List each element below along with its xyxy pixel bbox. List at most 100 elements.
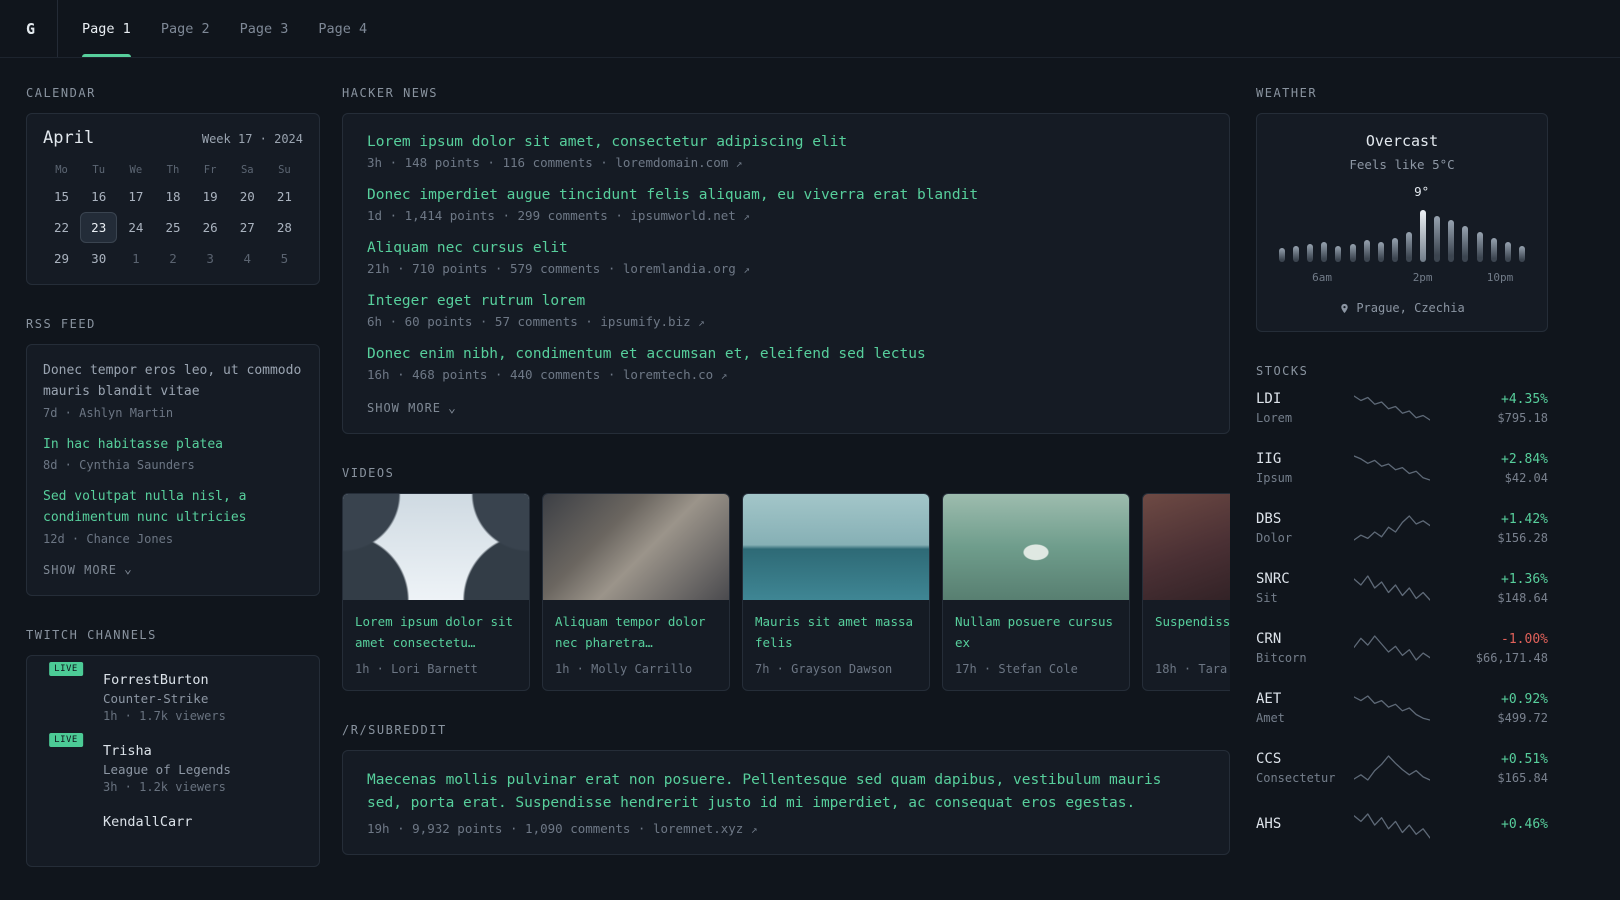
- video-meta: 1h · Lori Barnett: [355, 662, 478, 676]
- rss-article-link[interactable]: In hac habitasse platea: [43, 435, 303, 456]
- video-title-link[interactable]: Aliquam tempor dolor nec pharetra…: [555, 612, 717, 654]
- rss-article-link[interactable]: Donec tempor eros leo, ut commodo mauris…: [43, 361, 303, 403]
- left-column: CALENDAR April Week 17 · 2024 Mo Tu We T…: [26, 86, 320, 899]
- stock-row[interactable]: DBS Dolor +1.42% $156.28: [1256, 511, 1548, 545]
- hn-story-link[interactable]: Integer eget rutrum lorem: [367, 293, 1205, 309]
- stock-name: Amet: [1256, 711, 1285, 725]
- stock-change: +2.84%: [1501, 451, 1548, 467]
- calendar-day-next-month: 3: [206, 251, 214, 266]
- stock-row[interactable]: AET Amet +0.92% $499.72: [1256, 691, 1548, 725]
- rss-show-more-button[interactable]: SHOW MORE ⌄: [43, 561, 133, 579]
- video-thumbnail[interactable]: [343, 494, 529, 600]
- stock-row[interactable]: CRN Bitcorn -1.00% $66,171.48: [1256, 631, 1548, 665]
- video-meta: 1h · Molly Carrillo: [555, 662, 693, 676]
- weather-bar: [1363, 240, 1370, 262]
- rss-article-link[interactable]: Sed volutpat nulla nisl, a condimentum n…: [43, 487, 303, 529]
- stock-change: +1.42%: [1501, 511, 1548, 527]
- stock-row[interactable]: CCS Consectetur +0.51% $165.84: [1256, 751, 1548, 785]
- twitch-channel-game: Counter-Strike: [103, 690, 209, 706]
- calendar-dow: Su: [278, 164, 291, 176]
- video-card[interactable]: Suspendisse diam 18h · Tara: [1142, 493, 1230, 691]
- stock-name: Ipsum: [1256, 471, 1293, 485]
- calendar-month: April: [43, 128, 95, 148]
- chevron-down-icon: ⌄: [124, 562, 133, 578]
- stock-change: +4.35%: [1501, 391, 1548, 407]
- video-title-link[interactable]: Nullam posuere cursus ex: [955, 612, 1117, 654]
- tab-page-3[interactable]: Page 3: [240, 0, 289, 57]
- twitch-channel-row[interactable]: KendallCarr: [43, 814, 303, 830]
- hn-domain-link[interactable]: ipsumworld.net ↗: [630, 208, 750, 223]
- hn-story-link[interactable]: Donec imperdiet augue tincidunt felis al…: [367, 187, 1205, 203]
- stock-sparkline: [1353, 693, 1431, 723]
- stock-name: Sit: [1256, 591, 1278, 605]
- calendar-day: 24: [128, 220, 144, 235]
- video-card[interactable]: Mauris sit amet massa felis 7h · Grayson…: [742, 493, 930, 691]
- subreddit-post: Maecenas mollis pulvinar erat non posuer…: [367, 769, 1205, 836]
- video-thumbnail[interactable]: [1143, 494, 1230, 600]
- video-card[interactable]: Aliquam tempor dolor nec pharetra… 1h · …: [542, 493, 730, 691]
- subreddit-post-meta: 19h · 9,932 points · 1,090 comments · lo…: [367, 821, 758, 837]
- external-link-icon: ↗: [743, 263, 750, 276]
- hn-story-link[interactable]: Aliquam nec cursus elit: [367, 240, 1205, 256]
- twitch-channel-game: League of Legends: [103, 761, 231, 777]
- tab-page-2[interactable]: Page 2: [161, 0, 210, 57]
- video-card[interactable]: Nullam posuere cursus ex 17h · Stefan Co…: [942, 493, 1130, 691]
- video-thumbnail[interactable]: [543, 494, 729, 600]
- hn-story-link[interactable]: Donec enim nibh, condimentum et accumsan…: [367, 346, 1205, 362]
- subreddit-widget: /R/SUBREDDIT Maecenas mollis pulvinar er…: [342, 723, 1230, 856]
- video-thumbnail[interactable]: [943, 494, 1129, 600]
- hn-domain-link[interactable]: loremtech.co ↗: [623, 367, 727, 382]
- calendar-day-next-month: 1: [132, 251, 140, 266]
- weather-widget: WEATHER Overcast Feels like 5°C 9° 6am 2…: [1256, 86, 1548, 332]
- tab-page-1[interactable]: Page 1: [82, 0, 131, 57]
- weather-location-row: Prague, Czechia: [1273, 301, 1531, 315]
- weather-bar: [1293, 246, 1300, 262]
- stock-row[interactable]: SNRC Sit +1.36% $148.64: [1256, 571, 1548, 605]
- weather-bar: [1476, 232, 1483, 262]
- stock-row[interactable]: IIG Ipsum +2.84% $42.04: [1256, 451, 1548, 485]
- stock-sparkline: [1353, 393, 1431, 423]
- stock-change: +0.51%: [1501, 751, 1548, 767]
- video-title-link[interactable]: Lorem ipsum dolor sit amet consectetu…: [355, 612, 517, 654]
- twitch-channel-name: KendallCarr: [103, 813, 193, 830]
- stock-price: $795.18: [1497, 410, 1548, 425]
- stock-row[interactable]: AHS +0.46%: [1256, 811, 1548, 841]
- calendar-grid: Mo Tu We Th Fr Sa Su 15 16 17 18 19 20 2…: [43, 156, 303, 274]
- video-title-link[interactable]: Mauris sit amet massa felis: [755, 612, 917, 654]
- video-thumbnail[interactable]: [743, 494, 929, 600]
- stock-sparkline: [1353, 753, 1431, 783]
- rss-article-meta: 8d · Cynthia Saunders: [43, 458, 195, 473]
- video-title-link[interactable]: Suspendisse diam: [1155, 612, 1230, 654]
- calendar-day-next-month: 5: [280, 251, 289, 266]
- app-logo[interactable]: G: [26, 0, 59, 57]
- calendar-dow: Sa: [240, 164, 254, 176]
- external-link-icon: ↗: [750, 823, 758, 837]
- video-card[interactable]: Lorem ipsum dolor sit amet consectetu… 1…: [342, 493, 530, 691]
- twitch-channel-row[interactable]: LIVE Trisha League of Legends 3h · 1.2k …: [43, 730, 303, 794]
- calendar-day: 21: [276, 189, 292, 204]
- stock-price: $148.64: [1497, 590, 1548, 605]
- hn-domain-link[interactable]: loremdomain.com ↗: [615, 155, 742, 170]
- subreddit-post-link[interactable]: Maecenas mollis pulvinar erat non posuer…: [367, 769, 1205, 815]
- video-meta: 18h · Tara: [1155, 662, 1228, 676]
- stock-symbol: AHS: [1256, 816, 1282, 832]
- calendar-week-year: Week 17 · 2024: [201, 132, 303, 146]
- subreddit-domain-link[interactable]: loremnet.xyz ↗: [653, 821, 757, 836]
- stock-symbol: AET: [1256, 691, 1282, 707]
- hn-domain-link[interactable]: loremlandia.org ↗: [623, 261, 750, 276]
- weather-bar: [1448, 220, 1455, 262]
- weather-time-label: 2pm: [1412, 271, 1433, 284]
- video-meta: 7h · Grayson Dawson: [755, 662, 893, 676]
- twitch-channel-row[interactable]: LIVE ForrestBurton Counter-Strike 1h · 1…: [43, 659, 303, 723]
- hn-story-link[interactable]: Lorem ipsum dolor sit amet, consectetur …: [367, 134, 1205, 150]
- hn-domain-link[interactable]: ipsumify.biz ↗: [600, 314, 704, 329]
- stock-row[interactable]: LDI Lorem +4.35% $795.18: [1256, 391, 1548, 425]
- calendar-day: 20: [239, 189, 255, 204]
- tab-page-4[interactable]: Page 4: [318, 0, 367, 57]
- hn-show-more-button[interactable]: SHOW MORE ⌄: [367, 399, 457, 417]
- stock-price: $499.72: [1497, 710, 1548, 725]
- stock-price: $165.84: [1497, 770, 1548, 785]
- calendar-day-next-month: 4: [243, 251, 252, 266]
- calendar-day: 28: [276, 220, 292, 235]
- stock-price: $156.28: [1497, 530, 1548, 545]
